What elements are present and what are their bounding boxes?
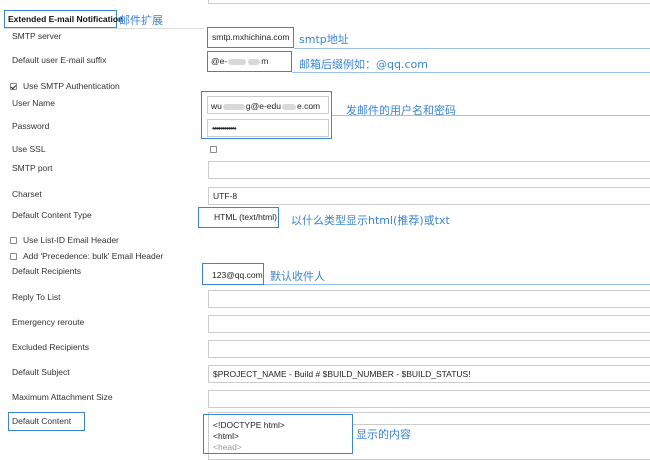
- precedence-checkbox[interactable]: [10, 252, 17, 260]
- emergency-input[interactable]: [208, 315, 650, 333]
- recipients-note: 默认收件人: [270, 270, 325, 283]
- password-value: ••••••••••••: [212, 123, 237, 133]
- password-input[interactable]: ••••••••••••: [207, 119, 329, 137]
- content-line-1: <!DOCTYPE html>: [213, 420, 285, 430]
- content-line-2: <html>: [213, 431, 239, 441]
- subject-label: Default Subject: [12, 367, 70, 377]
- excluded-input[interactable]: [208, 340, 650, 358]
- smtp-port-input[interactable]: [208, 161, 650, 179]
- suffix-label: Default user E-mail suffix: [12, 55, 107, 65]
- charset-input[interactable]: UTF-8: [208, 187, 650, 205]
- content-type-select[interactable]: HTML (text/html): [214, 212, 277, 222]
- content-line-3: <head>: [213, 442, 242, 452]
- user-name-value: wu g@e-edu e.com: [211, 101, 320, 111]
- max-attach-input[interactable]: [208, 390, 650, 408]
- content-type-label: Default Content Type: [12, 210, 92, 220]
- list-id-row: Use List-ID Email Header: [10, 235, 119, 245]
- smtp-server-label: SMTP server: [12, 31, 62, 41]
- suffix-note: 邮箱后缀例如：@qq.com: [299, 58, 428, 71]
- smtp-port-label: SMTP port: [12, 163, 53, 173]
- charset-label: Charset: [12, 189, 42, 199]
- use-ssl-label: Use SSL: [12, 144, 46, 154]
- excluded-label: Excluded Recipients: [12, 342, 90, 352]
- user-name-value-end: e.com: [296, 101, 321, 111]
- redaction-blur: [228, 58, 247, 65]
- recipients-value: 123@qq.com: [212, 270, 263, 280]
- redaction-blur: [281, 103, 296, 110]
- smtp-auth-label: Use SMTP Authentication: [23, 81, 120, 91]
- emergency-label: Emergency reroute: [12, 317, 85, 327]
- section-title: Extended E-mail Notification: [8, 14, 124, 24]
- redaction-blur: [222, 103, 245, 110]
- recipients-label: Default Recipients: [12, 266, 81, 276]
- suffix-value-end: m: [261, 56, 269, 66]
- redaction-blur: [248, 58, 261, 65]
- precedence-row: Add 'Precedence: bulk' Email Header: [10, 251, 163, 261]
- suffix-input[interactable]: @e-m: [211, 56, 268, 66]
- smtp-auth-row: Use SMTP Authentication: [10, 81, 120, 91]
- content-note: 显示的内容: [356, 428, 411, 441]
- recipients-connector: [264, 284, 650, 285]
- subject-input[interactable]: $PROJECT_NAME - Build # $BUILD_NUMBER - …: [208, 365, 650, 383]
- precedence-label: Add 'Precedence: bulk' Email Header: [23, 251, 164, 261]
- previous-input-edge: [208, 0, 650, 4]
- max-attach-label: Maximum Attachment Size: [12, 392, 113, 402]
- user-name-label: User Name: [12, 98, 55, 108]
- reply-to-label: Reply To List: [12, 292, 61, 302]
- suffix-connector: [292, 72, 650, 73]
- user-name-value-mid: g@e-edu: [245, 101, 281, 111]
- list-id-checkbox[interactable]: [10, 236, 17, 244]
- user-name-value-start: wu: [211, 101, 222, 111]
- smtp-server-connector: [294, 48, 650, 49]
- smtp-server-value: smtp.mxhichina.com: [212, 32, 290, 42]
- content-label: Default Content: [12, 416, 72, 426]
- suffix-value-start: @e-: [211, 56, 228, 66]
- password-label: Password: [12, 121, 50, 131]
- section-note: 邮件扩展: [119, 14, 163, 27]
- section-divider: [4, 28, 204, 29]
- list-id-label: Use List-ID Email Header: [23, 235, 119, 245]
- content-connector: [353, 424, 650, 425]
- reply-to-input[interactable]: [208, 290, 650, 308]
- credentials-connector: [332, 115, 650, 116]
- smtp-server-note: smtp地址: [299, 33, 349, 46]
- content-type-note: 以什么类型显示html(推荐)或txt: [291, 214, 450, 227]
- smtp-auth-checkbox[interactable]: [10, 82, 17, 90]
- use-ssl-checkbox[interactable]: [210, 146, 217, 153]
